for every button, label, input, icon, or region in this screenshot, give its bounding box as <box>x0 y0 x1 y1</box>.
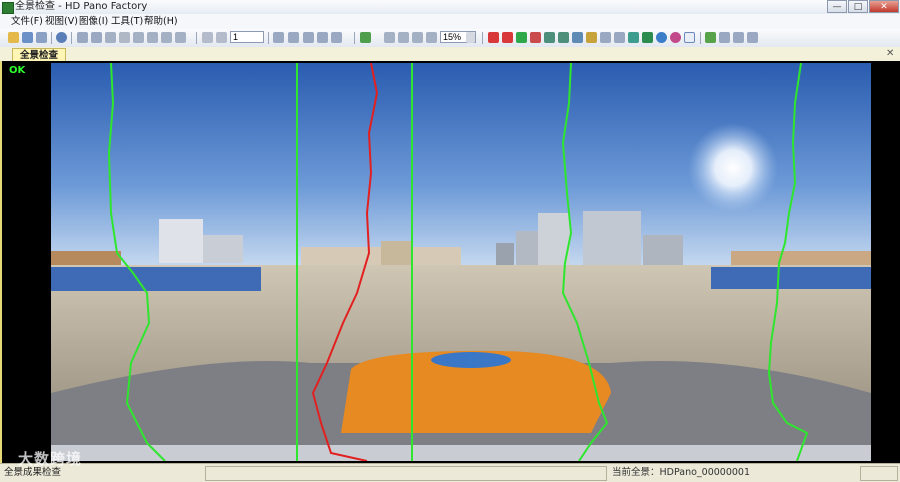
tab-close-icon[interactable]: ✕ <box>886 47 895 60</box>
previous-icon[interactable] <box>202 32 213 43</box>
menu-help[interactable]: 帮助(H) <box>144 14 178 29</box>
save-icon[interactable] <box>36 32 47 43</box>
check-icon[interactable] <box>426 32 437 43</box>
record-icon[interactable] <box>670 32 681 43</box>
toolbar-separator <box>51 32 52 44</box>
panel-icon[interactable] <box>544 32 555 43</box>
export-icon[interactable] <box>331 32 342 43</box>
toolbar-separator <box>268 32 269 44</box>
minimize-button[interactable]: — <box>827 0 847 13</box>
columns-icon[interactable] <box>572 32 583 43</box>
frame-icon[interactable] <box>91 32 102 43</box>
seam-icon[interactable] <box>488 32 499 43</box>
status-pane <box>860 466 898 481</box>
polygon-icon[interactable] <box>642 32 653 43</box>
new-icon[interactable] <box>22 32 33 43</box>
menu-bar: 文件(F) 视图(V) 图像(I) 工具(T) 帮助(H) <box>0 14 900 30</box>
settings-icon[interactable] <box>288 32 299 43</box>
vehicle-edge <box>51 445 871 461</box>
tab-label: 全景检查 <box>19 50 58 61</box>
grid-icon[interactable] <box>77 32 88 43</box>
status-bar: 全景成果检查 当前全景：HDPano_00000001 <box>0 463 900 482</box>
menu-tools[interactable]: 工具(T) <box>111 14 143 29</box>
document-tabs: 全景检查 ✕ <box>0 47 900 62</box>
blue-fence-right <box>711 267 871 289</box>
maximize-button[interactable]: □ <box>848 0 868 13</box>
redo-icon[interactable] <box>614 32 625 43</box>
open-folder-icon[interactable] <box>8 32 19 43</box>
fullscreen-icon[interactable] <box>747 32 758 43</box>
globe-icon[interactable] <box>56 32 67 43</box>
toolbar-separator <box>354 32 355 44</box>
print-icon[interactable] <box>317 32 328 43</box>
fit-icon[interactable] <box>733 32 744 43</box>
toolbar-separator <box>196 32 197 44</box>
check-status-label: OK <box>9 65 26 76</box>
toolbar-separator <box>700 32 701 44</box>
menu-view[interactable]: 视图(V) <box>45 14 78 29</box>
plus-icon[interactable] <box>719 32 730 43</box>
move-icon[interactable] <box>105 32 116 43</box>
stop-icon[interactable] <box>530 32 541 43</box>
tree-icon[interactable] <box>705 32 716 43</box>
toolbar <box>0 29 900 48</box>
zoom-dropdown-icon[interactable] <box>466 32 475 43</box>
close-button[interactable]: ✕ <box>869 0 899 13</box>
refresh-icon[interactable] <box>273 32 284 43</box>
blue-fence-left <box>51 267 261 291</box>
toolbar-separator <box>71 32 72 44</box>
target-icon[interactable] <box>384 32 395 43</box>
watermark-text: 大数跨境 <box>18 450 83 468</box>
paste-icon[interactable] <box>147 32 158 43</box>
menu-image[interactable]: 图像(I) <box>79 14 108 29</box>
title-bar: 全景检查 - HD Pano Factory — □ ✕ <box>0 0 900 15</box>
menu-file[interactable]: 文件(F) <box>11 14 43 29</box>
pointer-icon[interactable] <box>684 32 695 43</box>
current-pano-text: 当前全景：HDPano_00000001 <box>612 467 751 478</box>
sun <box>688 123 778 213</box>
split-view-icon[interactable] <box>558 32 569 43</box>
status-pane <box>205 466 607 481</box>
split-icon[interactable] <box>161 32 172 43</box>
undo-icon[interactable] <box>600 32 611 43</box>
next-icon[interactable] <box>216 32 227 43</box>
toolbar-separator <box>482 32 483 44</box>
image-icon[interactable] <box>360 32 371 43</box>
brush-icon[interactable] <box>586 32 597 43</box>
panorama-viewer[interactable]: OK <box>0 61 900 463</box>
merge-icon[interactable] <box>175 32 186 43</box>
copy-icon[interactable] <box>133 32 144 43</box>
window-title: 全景检查 - HD Pano Factory <box>15 1 148 12</box>
app-icon <box>2 2 14 14</box>
vehicle-logo <box>431 352 511 368</box>
shape-icon[interactable] <box>628 32 639 43</box>
green-frame-icon[interactable] <box>516 32 527 43</box>
layers-icon[interactable] <box>303 32 314 43</box>
page-number-input[interactable] <box>230 31 264 43</box>
panorama-image[interactable] <box>51 63 871 461</box>
tab-pano-check[interactable]: 全景检查 <box>12 48 66 62</box>
circle-icon[interactable] <box>656 32 667 43</box>
hdr-icon[interactable] <box>502 32 513 43</box>
delete-icon[interactable] <box>119 32 130 43</box>
rectangle-icon[interactable] <box>412 32 423 43</box>
crosshair-icon[interactable] <box>398 32 409 43</box>
